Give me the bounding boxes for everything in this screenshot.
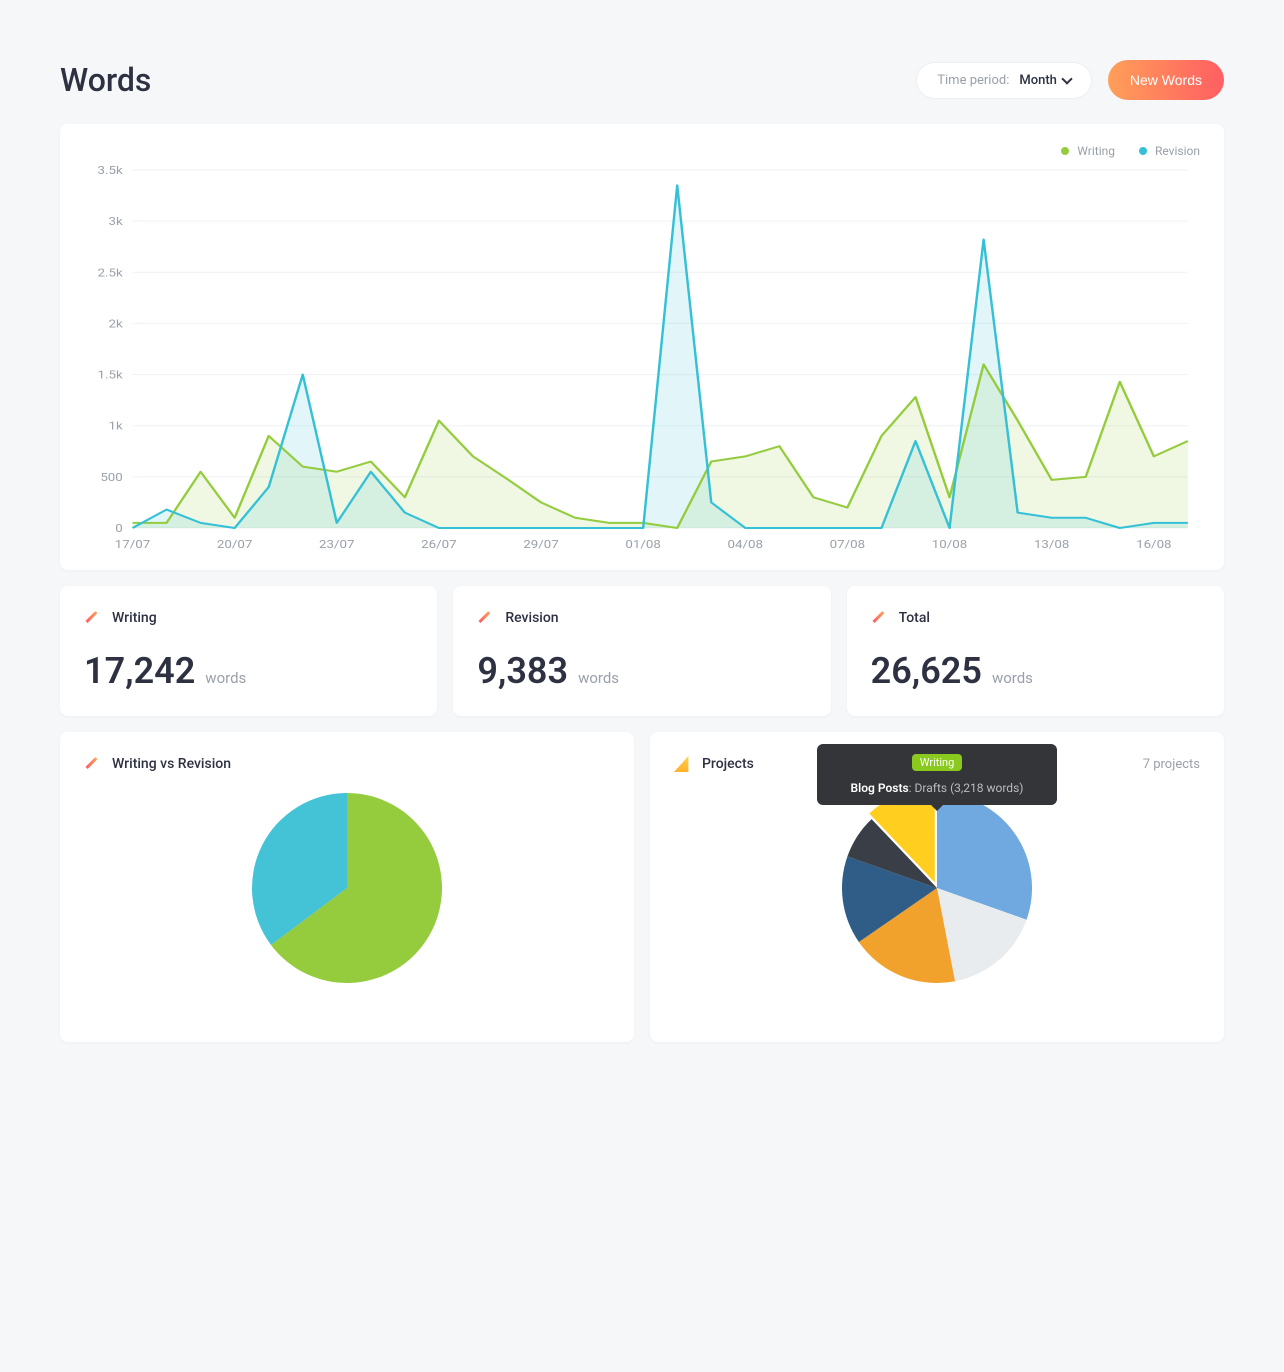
tooltip-badge: Writing [912,754,963,771]
svg-text:16/08: 16/08 [1136,538,1172,551]
time-period-label: Time period: [937,73,1009,88]
pie-chart-writing-vs-revision [247,788,447,988]
svg-text:23/07: 23/07 [319,538,355,551]
stat-value: 26,625 [871,650,982,692]
projects-card: Projects 7 projects Writing Blog Posts: … [650,732,1224,1042]
time-period-selector[interactable]: Time period: Month [916,62,1092,99]
pencil-icon [84,610,100,626]
stat-unit: words [578,669,619,687]
legend-item-revision[interactable]: Revision [1139,144,1200,158]
time-period-value[interactable]: Month [1019,73,1071,88]
svg-text:1.5k: 1.5k [98,369,124,382]
writing-vs-revision-card: Writing vs Revision [60,732,634,1042]
chart-legend: Writing Revision [84,144,1200,158]
stat-label: Writing [112,610,157,626]
pencil-icon [477,610,493,626]
stat-value: 9,383 [477,650,568,692]
tooltip-detail: (3,218 words) [950,781,1023,795]
svg-text:0: 0 [115,522,123,535]
pencil-icon [871,610,887,626]
svg-text:07/08: 07/08 [830,538,866,551]
tooltip-main: Blog Posts [851,781,909,795]
legend-dot-icon [1139,147,1147,155]
svg-text:26/07: 26/07 [421,538,457,551]
stat-card-writing: Writing 17,242 words [60,586,437,716]
pie-chart-projects [837,788,1037,988]
svg-text:20/07: 20/07 [217,538,253,551]
stat-unit: words [992,669,1033,687]
stat-value: 17,242 [84,650,195,692]
stat-unit: words [205,669,246,687]
legend-dot-icon [1061,147,1069,155]
svg-text:1k: 1k [109,420,124,433]
legend-item-writing[interactable]: Writing [1061,144,1115,158]
svg-text:01/08: 01/08 [625,538,661,551]
new-words-button[interactable]: New Words [1108,60,1224,100]
stat-card-revision: Revision 9,383 words [453,586,830,716]
svg-text:10/08: 10/08 [932,538,968,551]
line-chart-svg: 0 500 1k 1.5k 2k 2.5k 3k 3.5k 17/07 20/07 23/07 26/… [84,162,1200,552]
pencil-icon [84,756,100,772]
stat-label: Total [899,610,930,626]
pie-title: Writing vs Revision [112,756,231,772]
svg-text:2.5k: 2.5k [98,266,124,279]
stat-card-total: Total 26,625 words [847,586,1224,716]
svg-text:3k: 3k [109,215,124,228]
words-over-time-chart: Writing Revision 0 500 1k 1.5k 2k 2.5k 3k 3.5k 1… [60,124,1224,570]
chart-tooltip: Writing Blog Posts: Drafts (3,218 words) [817,744,1057,805]
svg-text:29/07: 29/07 [523,538,559,551]
svg-text:04/08: 04/08 [728,538,764,551]
tooltip-sub: : Drafts [909,781,947,795]
projects-count: 7 projects [1143,757,1200,772]
svg-text:3.5k: 3.5k [98,164,124,177]
svg-text:17/07: 17/07 [115,538,151,551]
pie-title: Projects [702,756,754,772]
stat-label: Revision [505,610,558,626]
svg-text:13/08: 13/08 [1034,538,1070,551]
svg-text:2k: 2k [109,318,124,331]
chevron-down-icon [1061,73,1072,84]
svg-text:500: 500 [100,471,123,484]
projects-icon [674,756,690,772]
page-title: Words [60,61,151,99]
